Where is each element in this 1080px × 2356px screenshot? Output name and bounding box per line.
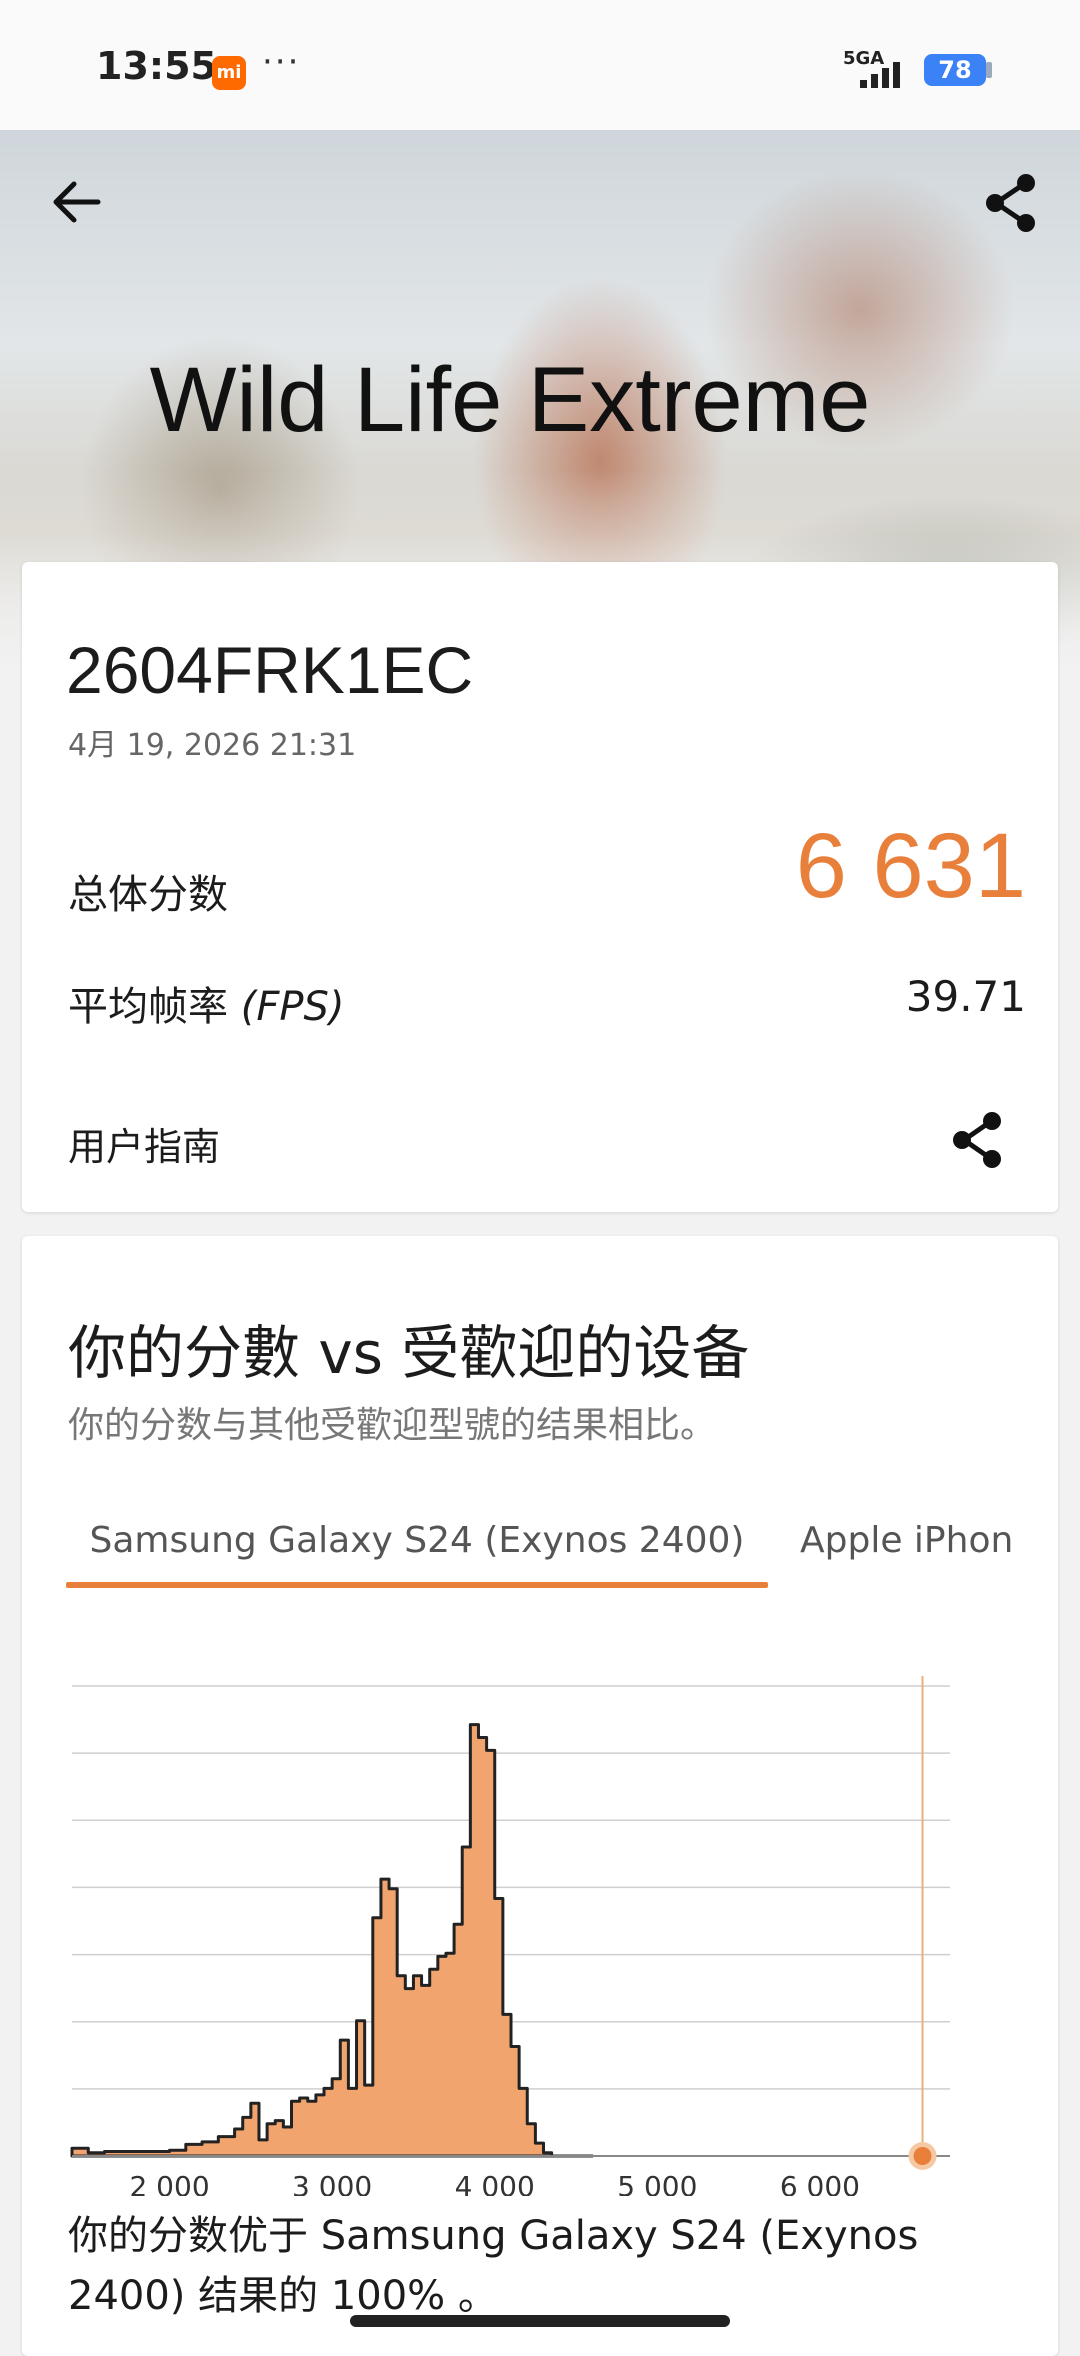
comparison-card: 你的分數 vs 受歡迎的设备 你的分数与其他受歡迎型號的结果相比。 Samsun…: [22, 1236, 1058, 2356]
x-tick-label: 6 000: [780, 2170, 860, 2196]
average-fps-label: 平均帧率 (FPS): [68, 974, 344, 1032]
x-tick-label: 2 000: [129, 2170, 209, 2196]
more-notifications-icon: ···: [262, 42, 301, 82]
average-fps-value: 39.71: [905, 972, 1026, 1021]
x-tick-label: 3 000: [292, 2170, 372, 2196]
signal-strength-icon: [860, 62, 900, 88]
overall-score-label: 总体分数: [68, 872, 228, 918]
device-model: 2604FRK1EC: [66, 633, 474, 707]
test-date: 4月 19, 2026 21:31: [68, 728, 357, 763]
tab-samsung-galaxy-s24[interactable]: Samsung Galaxy S24 (Exynos 2400): [66, 1506, 768, 1588]
score-distribution-chart: 2 0003 0004 0005 0006 000分数: [70, 1676, 950, 2196]
fps-unit: (FPS): [240, 984, 345, 1030]
comparison-title: 你的分數 vs 受歡迎的设备: [68, 1319, 750, 1387]
share-result-icon[interactable]: [950, 1110, 1006, 1170]
active-tab-indicator: [66, 1582, 768, 1588]
your-score-marker: [913, 2147, 932, 2165]
battery-level: 78: [924, 54, 986, 86]
status-bar: 13:55 mi ··· 5GA 78: [0, 0, 1080, 130]
xiaomi-notification-icon: mi: [212, 56, 246, 90]
device-tabs: Samsung Galaxy S24 (Exynos 2400) Apple i…: [22, 1506, 1058, 1616]
overall-score-value: 6 631: [795, 815, 1026, 917]
distribution-area: [70, 1723, 594, 2158]
comparison-result-text: 你的分数优于 Samsung Galaxy S24 (Exynos 2400) …: [68, 2213, 919, 2319]
tab-label: Samsung Galaxy S24 (Exynos 2400): [89, 1520, 745, 1561]
result-summary-card: 2604FRK1EC 4月 19, 2026 21:31 总体分数 6 631 …: [22, 562, 1058, 1212]
tab-apple-iphone[interactable]: Apple iPhon: [800, 1506, 1013, 1588]
x-tick-label: 4 000: [455, 2170, 535, 2196]
clock: 13:55: [96, 44, 217, 88]
benchmark-title: Wild Life Extreme: [149, 349, 871, 451]
back-arrow-icon[interactable]: [44, 170, 108, 234]
share-icon[interactable]: [982, 172, 1040, 234]
home-indicator[interactable]: [350, 2315, 730, 2327]
x-tick-label: 5 000: [617, 2170, 697, 2196]
average-fps-label-text: 平均帧率: [68, 984, 241, 1030]
user-guide-link[interactable]: 用户指南: [68, 1116, 220, 1171]
battery-icon: [986, 62, 992, 78]
comparison-subtitle: 你的分数与其他受歡迎型號的结果相比。: [68, 1405, 717, 1446]
